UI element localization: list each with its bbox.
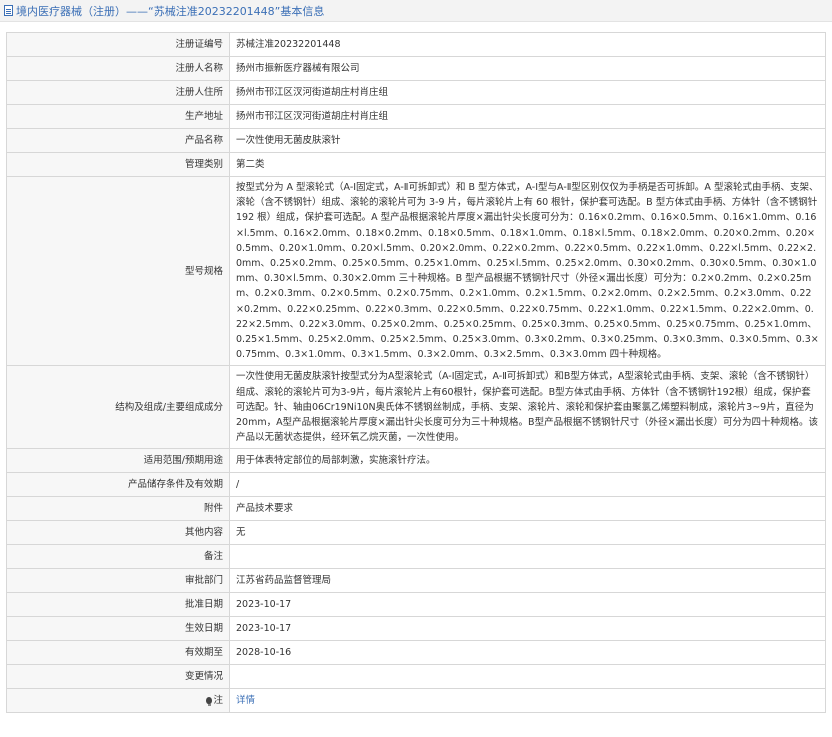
label-model-spec: 型号规格: [6, 175, 230, 367]
row-approval-date: 批准日期 2023-10-17: [6, 592, 826, 618]
value-expiry-date: 2028-10-16: [229, 640, 826, 666]
value-management-class: 第二类: [229, 152, 826, 177]
label-storage: 产品储存条件及有效期: [6, 472, 230, 498]
row-attachment: 附件 产品技术要求: [6, 496, 826, 522]
row-effective-date: 生效日期 2023-10-17: [6, 616, 826, 642]
details-link[interactable]: 详情: [236, 695, 255, 706]
row-remarks: 备注: [6, 544, 826, 570]
value-model-spec: 按型式分为 A 型滚轮式（A-Ⅰ固定式，A-Ⅱ可拆卸式）和 B 型方体式，A-Ⅰ…: [229, 175, 826, 367]
value-registrant-name: 扬州市振新医疗器械有限公司: [229, 56, 826, 81]
row-production-address: 生产地址 扬州市邗江区汊河街道胡庄村肖庄组: [6, 104, 826, 129]
row-model-spec: 型号规格 按型式分为 A 型滚轮式（A-Ⅰ固定式，A-Ⅱ可拆卸式）和 B 型方体…: [6, 175, 826, 367]
info-table: 注册证编号 苏械注准20232201448 注册人名称 扬州市振新医疗器械有限公…: [6, 32, 826, 714]
page-title: 境内医疗器械（注册）——“苏械注准20232201448”基本信息: [16, 4, 325, 18]
value-registration-number: 苏械注准20232201448: [229, 32, 826, 57]
row-note: 注 详情: [6, 688, 826, 714]
label-other: 其他内容: [6, 520, 230, 546]
label-attachment: 附件: [6, 496, 230, 522]
value-production-address: 扬州市邗江区汊河街道胡庄村肖庄组: [229, 104, 826, 129]
label-management-class: 管理类别: [6, 152, 230, 177]
row-structure: 结构及组成/主要组成成分 一次性使用无菌皮肤滚针按型式分为A型滚轮式（A-Ⅰ固定…: [6, 365, 826, 450]
row-intended-use: 适用范围/预期用途 用于体表特定部位的局部刺激，实施滚针疗法。: [6, 448, 826, 474]
bulb-icon: [206, 697, 213, 707]
label-note: 注: [6, 688, 230, 714]
label-production-address: 生产地址: [6, 104, 230, 129]
value-registrant-address: 扬州市邗江区汊河街道胡庄村肖庄组: [229, 80, 826, 105]
row-product-name: 产品名称 一次性使用无菌皮肤滚针: [6, 128, 826, 153]
label-effective-date: 生效日期: [6, 616, 230, 642]
label-structure: 结构及组成/主要组成成分: [6, 365, 230, 450]
row-approval-dept: 审批部门 江苏省药品监督管理局: [6, 568, 826, 594]
label-registrant-address: 注册人住所: [6, 80, 230, 105]
row-other: 其他内容 无: [6, 520, 826, 546]
value-changes: [229, 664, 826, 690]
value-approval-dept: 江苏省药品监督管理局: [229, 568, 826, 594]
label-remarks: 备注: [6, 544, 230, 570]
label-product-name: 产品名称: [6, 128, 230, 153]
row-management-class: 管理类别 第二类: [6, 152, 826, 177]
row-changes: 变更情况: [6, 664, 826, 690]
value-storage: /: [229, 472, 826, 498]
row-registration-number: 注册证编号 苏械注准20232201448: [6, 32, 826, 57]
row-registrant-address: 注册人住所 扬州市邗江区汊河街道胡庄村肖庄组: [6, 80, 826, 105]
label-intended-use: 适用范围/预期用途: [6, 448, 230, 474]
note-label-text: 注: [213, 695, 223, 707]
value-approval-date: 2023-10-17: [229, 592, 826, 618]
value-effective-date: 2023-10-17: [229, 616, 826, 642]
label-registration-number: 注册证编号: [6, 32, 230, 57]
value-attachment: 产品技术要求: [229, 496, 826, 522]
label-approval-dept: 审批部门: [6, 568, 230, 594]
value-other: 无: [229, 520, 826, 546]
label-expiry-date: 有效期至: [6, 640, 230, 666]
page-header: 境内医疗器械（注册）——“苏械注准20232201448”基本信息: [0, 0, 832, 22]
row-expiry-date: 有效期至 2028-10-16: [6, 640, 826, 666]
label-changes: 变更情况: [6, 664, 230, 690]
value-structure: 一次性使用无菌皮肤滚针按型式分为A型滚轮式（A-Ⅰ固定式，A-Ⅱ可拆卸式）和B型…: [229, 365, 826, 450]
value-remarks: [229, 544, 826, 570]
value-product-name: 一次性使用无菌皮肤滚针: [229, 128, 826, 153]
row-registrant-name: 注册人名称 扬州市振新医疗器械有限公司: [6, 56, 826, 81]
label-approval-date: 批准日期: [6, 592, 230, 618]
document-icon: [4, 5, 13, 16]
value-intended-use: 用于体表特定部位的局部刺激，实施滚针疗法。: [229, 448, 826, 474]
value-note: 详情: [229, 688, 826, 714]
label-registrant-name: 注册人名称: [6, 56, 230, 81]
row-storage: 产品储存条件及有效期 /: [6, 472, 826, 498]
